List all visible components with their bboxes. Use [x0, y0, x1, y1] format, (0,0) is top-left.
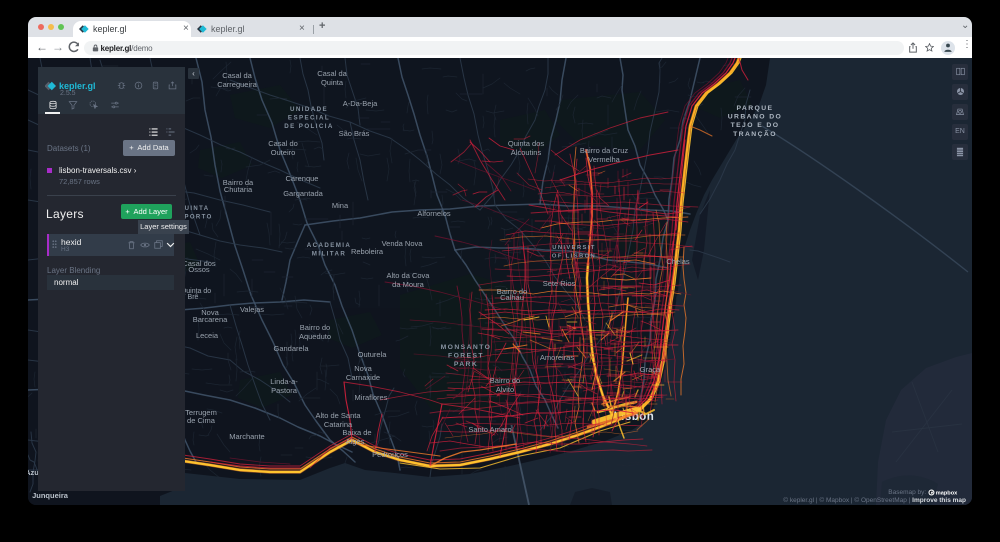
svg-text:Calhau: Calhau	[500, 293, 524, 302]
svg-text:Amoreiras: Amoreiras	[540, 353, 574, 362]
svg-text:Quinta: Quinta	[321, 78, 344, 87]
svg-text:MILITAR: MILITAR	[312, 251, 346, 258]
svg-text:Pastora: Pastora	[271, 386, 298, 395]
svg-text:Mina: Mina	[332, 201, 349, 210]
svg-text:Carenque: Carenque	[286, 174, 319, 183]
svg-text:Alvito: Alvito	[496, 385, 514, 394]
svg-text:Venda Nova: Venda Nova	[382, 239, 424, 248]
svg-text:Alcoutins: Alcoutins	[511, 148, 542, 157]
svg-text:Bairro do: Bairro do	[300, 323, 330, 332]
svg-text:Gargantada: Gargantada	[283, 189, 323, 198]
svg-text:Casal da: Casal da	[317, 69, 347, 78]
svg-text:Aqueduto: Aqueduto	[299, 332, 331, 341]
svg-text:Chelas: Chelas	[666, 257, 690, 266]
svg-text:Santo Amaro: Santo Amaro	[468, 425, 511, 434]
svg-text:PARQUE: PARQUE	[737, 105, 774, 112]
svg-text:Alto da Cova: Alto da Cova	[387, 271, 431, 280]
svg-text:da Moura: da Moura	[392, 280, 425, 289]
svg-text:Pedrouços: Pedrouços	[372, 450, 408, 459]
svg-text:URBANO DO: URBANO DO	[728, 114, 783, 121]
svg-text:Graça: Graça	[640, 365, 661, 374]
svg-text:Brê: Brê	[188, 294, 199, 301]
svg-text:Leceia: Leceia	[196, 331, 219, 340]
svg-text:Casal da: Casal da	[222, 71, 252, 80]
svg-text:Outeiro: Outeiro	[271, 148, 296, 157]
svg-text:Linda-a-: Linda-a-	[270, 377, 298, 386]
svg-text:ESPECIAL: ESPECIAL	[288, 115, 330, 122]
svg-text:MONSANTO: MONSANTO	[441, 344, 492, 351]
svg-text:Algés: Algés	[346, 437, 365, 446]
svg-text:Alfornelos: Alfornelos	[417, 209, 451, 218]
svg-text:Gandarela: Gandarela	[273, 344, 309, 353]
svg-text:TEJO E DO: TEJO E DO	[731, 122, 780, 129]
svg-text:TRANÇÃO: TRANÇÃO	[733, 129, 777, 138]
svg-text:Quinta dos: Quinta dos	[508, 139, 545, 148]
svg-text:Vermelha: Vermelha	[588, 155, 621, 164]
svg-text:UNIDADE: UNIDADE	[290, 106, 328, 113]
svg-text:Baixa de: Baixa de	[342, 428, 371, 437]
svg-text:Nova: Nova	[354, 364, 372, 373]
svg-text:FOREST: FOREST	[448, 353, 484, 360]
svg-text:ACADEMIA: ACADEMIA	[307, 242, 352, 249]
svg-text:Casal do: Casal do	[268, 139, 298, 148]
svg-text:Carregueira: Carregueira	[217, 80, 257, 89]
svg-text:Bairro da Cruz: Bairro da Cruz	[580, 146, 629, 155]
svg-text:de Cima: de Cima	[187, 416, 216, 425]
svg-text:Miraflores: Miraflores	[355, 393, 388, 402]
svg-text:Marchante: Marchante	[229, 432, 264, 441]
svg-text:DE POLICIA: DE POLICIA	[284, 123, 333, 130]
svg-text:Barcarena: Barcarena	[193, 315, 228, 324]
svg-text:Valejas: Valejas	[240, 305, 264, 314]
svg-text:Reboleira: Reboleira	[351, 247, 384, 256]
svg-text:Bairro do: Bairro do	[490, 376, 520, 385]
svg-text:Ossos: Ossos	[188, 265, 210, 274]
svg-text:UNIVERSIT: UNIVERSIT	[552, 245, 596, 251]
svg-text:A-Da-Beja: A-Da-Beja	[343, 99, 378, 108]
svg-text:mapbox: mapbox	[936, 490, 958, 496]
svg-text:OF LISBON: OF LISBON	[552, 254, 596, 260]
svg-text:Chutaria: Chutaria	[224, 185, 253, 194]
svg-text:Carnaxide: Carnaxide	[346, 373, 380, 382]
svg-text:São Brás: São Brás	[339, 129, 370, 138]
svg-text:PARK: PARK	[454, 361, 478, 368]
svg-text:Outurela: Outurela	[358, 350, 388, 359]
svg-text:Alto de Santa: Alto de Santa	[315, 411, 361, 420]
svg-text:Sete Rios: Sete Rios	[543, 279, 576, 288]
